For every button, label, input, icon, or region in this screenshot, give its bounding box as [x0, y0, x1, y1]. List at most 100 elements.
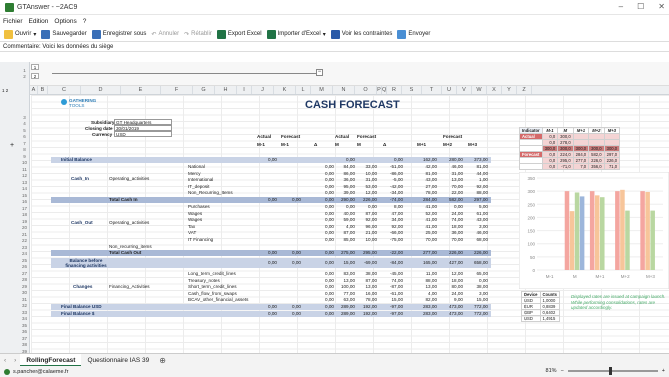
row-number[interactable]: 19	[19, 219, 30, 224]
row-number[interactable]: 6	[19, 134, 30, 139]
column-header-u[interactable]: U	[442, 86, 457, 94]
outline-level-1[interactable]: 1	[31, 64, 39, 70]
row-number[interactable]: 13	[19, 180, 30, 185]
tab-rolling-forecast[interactable]: RollingForecast	[20, 353, 82, 367]
column-header-r[interactable]: R	[387, 86, 402, 94]
value-cell: -42,00	[389, 183, 403, 189]
menu-help[interactable]: ?	[83, 18, 87, 25]
row-number[interactable]: 27	[19, 271, 30, 276]
row-number[interactable]: 5	[19, 128, 30, 133]
column-header-m[interactable]: M	[311, 86, 333, 94]
save-button[interactable]: Sauvegarder	[41, 29, 87, 39]
column-header-h[interactable]: H	[215, 86, 237, 94]
column-header-k[interactable]: K	[274, 86, 296, 94]
row-number[interactable]: 36	[19, 329, 30, 334]
row-number[interactable]: 25	[19, 258, 30, 263]
row-number[interactable]: 2	[19, 74, 30, 79]
row-number[interactable]: 4	[19, 121, 30, 126]
import-excel-button[interactable]: Importer d'Excel ▾	[266, 29, 326, 39]
open-button[interactable]: Ouvrir ▾	[4, 29, 36, 39]
column-header-c[interactable]: C	[48, 86, 81, 94]
row-number[interactable]: 8	[19, 147, 30, 152]
zoom-out-button[interactable]: −	[561, 368, 564, 374]
indicator-row-label	[519, 163, 543, 170]
row-number[interactable]: 3	[19, 115, 30, 120]
tab-next-icon[interactable]: ›	[10, 357, 20, 364]
minimize-button[interactable]: –	[619, 2, 623, 11]
column-header-n[interactable]: N	[333, 86, 355, 94]
column-header-t[interactable]: T	[422, 86, 442, 94]
column-header-b[interactable]: B	[38, 86, 48, 94]
row-number[interactable]: 17	[19, 206, 30, 211]
row-number[interactable]: 21	[19, 232, 30, 237]
menu-file[interactable]: Fichier	[3, 18, 23, 25]
column-header-o[interactable]: O	[355, 86, 377, 94]
expand-rows-button[interactable]: +	[10, 142, 14, 149]
spreadsheet[interactable]: GATHERING TOOLS Subsidiary GT Headquarte…	[31, 95, 669, 354]
export-excel-button[interactable]: Export Excel	[216, 29, 262, 39]
zoom-in-button[interactable]: +	[662, 368, 665, 374]
value-cell: 0,00	[346, 157, 355, 162]
row-number[interactable]: 22	[19, 238, 30, 243]
row-number[interactable]: 18	[19, 212, 30, 217]
cash-in-item: Non_Recurring_Items	[188, 190, 233, 195]
value-cell: 0,00	[325, 230, 334, 235]
row-number[interactable]: 24	[19, 251, 30, 256]
row-level-buttons[interactable]: 1 2	[2, 88, 8, 93]
row-number[interactable]: 9	[19, 154, 30, 159]
row-number[interactable]: 29	[19, 284, 30, 289]
column-header-s[interactable]: S	[402, 86, 422, 94]
row-number[interactable]: 12	[19, 173, 30, 178]
collapse-group-button[interactable]: −	[316, 69, 323, 76]
row-number[interactable]: 20	[19, 225, 30, 230]
row-number[interactable]: 34	[19, 316, 30, 321]
column-header-l[interactable]: L	[296, 86, 311, 94]
column-header-i[interactable]: I	[237, 86, 252, 94]
row-number[interactable]: 7	[19, 141, 30, 146]
row-number[interactable]: 26	[19, 264, 30, 269]
row-number[interactable]: 31	[19, 297, 30, 302]
column-header-w[interactable]: W	[472, 86, 487, 94]
column-header-e[interactable]: E	[121, 86, 161, 94]
add-sheet-button[interactable]: ⊕	[155, 356, 170, 365]
currency-field[interactable]: USD	[114, 131, 172, 137]
column-header-x[interactable]: X	[487, 86, 502, 94]
maximize-button[interactable]: ☐	[637, 2, 644, 11]
row-number[interactable]: 1	[19, 68, 30, 73]
row-number[interactable]: 23	[19, 245, 30, 250]
column-header-d[interactable]: D	[81, 86, 121, 94]
column-header-g[interactable]: G	[193, 86, 215, 94]
redo-button[interactable]: ↷ Rétablir	[184, 31, 212, 38]
column-header-v[interactable]: V	[457, 86, 472, 94]
menu-edit[interactable]: Edition	[29, 18, 49, 25]
send-button[interactable]: Envoyer	[397, 29, 430, 39]
row-number[interactable]: 35	[19, 323, 30, 328]
row-number[interactable]: 15	[19, 193, 30, 198]
column-header-z[interactable]: Z	[517, 86, 532, 94]
row-number[interactable]: 16	[19, 199, 30, 204]
column-header-j[interactable]: J	[252, 86, 274, 94]
zoom-slider-thumb[interactable]	[609, 367, 613, 375]
column-header-y[interactable]: Y	[502, 86, 517, 94]
row-number[interactable]: 10	[19, 160, 30, 165]
row-number[interactable]: 37	[19, 336, 30, 341]
outline-level-2[interactable]: 2	[31, 73, 39, 79]
row-number[interactable]: 28	[19, 277, 30, 282]
row-number[interactable]: 33	[19, 310, 30, 315]
constraints-button[interactable]: Voir les contraintes	[330, 29, 392, 39]
column-header-a[interactable]: A	[30, 86, 38, 94]
row-number[interactable]: 11	[19, 167, 30, 172]
row-number[interactable]: 14	[19, 186, 30, 191]
undo-button[interactable]: ↶ Annuler	[151, 31, 179, 38]
save-as-button[interactable]: Enregistrer sous	[91, 29, 146, 39]
financing-item: Treasury_notes	[188, 277, 220, 283]
row-number[interactable]: 32	[19, 303, 30, 308]
tab-questionnaire[interactable]: Questionnaire IAS 39	[81, 354, 155, 367]
tab-prev-icon[interactable]: ‹	[0, 357, 10, 364]
zoom-slider[interactable]	[567, 367, 658, 375]
row-number[interactable]: 30	[19, 290, 30, 295]
row-number[interactable]: 38	[19, 342, 30, 347]
menu-options[interactable]: Options	[54, 18, 76, 25]
close-button[interactable]: ✕	[658, 2, 665, 11]
column-header-f[interactable]: F	[161, 86, 193, 94]
